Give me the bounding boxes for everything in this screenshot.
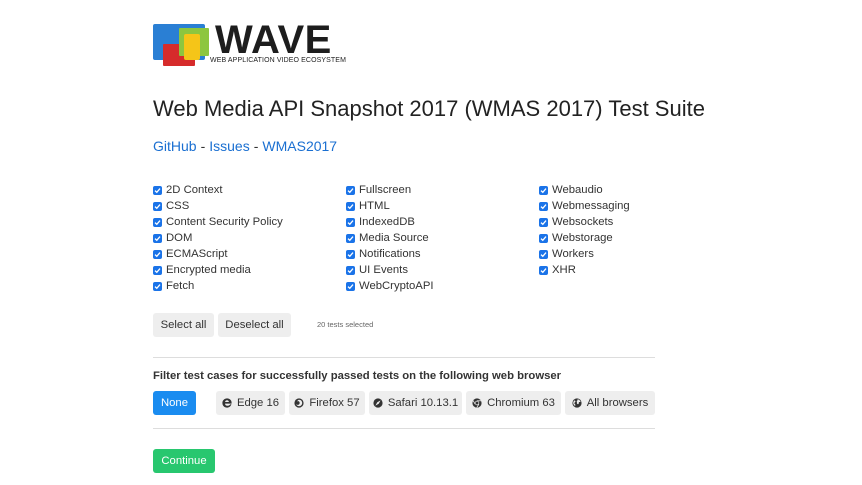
test-label: Websockets: [552, 216, 614, 228]
github-link[interactable]: GitHub: [153, 138, 197, 154]
globe-icon: [572, 398, 582, 408]
test-checkbox-item[interactable]: Media Source: [346, 230, 434, 246]
divider: [153, 428, 655, 429]
checkbox-checked-icon[interactable]: [346, 233, 355, 243]
checkbox-checked-icon[interactable]: [539, 249, 548, 259]
test-checkbox-item[interactable]: CSS: [153, 198, 283, 214]
test-column-3: Webaudio Webmessaging Websockets Webstor…: [539, 182, 630, 278]
test-checkbox-item[interactable]: Webaudio: [539, 182, 630, 198]
test-label: XHR: [552, 264, 576, 276]
test-label: Fullscreen: [359, 184, 412, 196]
wmas2017-link[interactable]: WMAS2017: [262, 138, 337, 154]
checkbox-checked-icon[interactable]: [153, 201, 162, 211]
test-checkbox-item[interactable]: XHR: [539, 262, 630, 278]
test-checkbox-item[interactable]: DOM: [153, 230, 283, 246]
test-checkbox-item[interactable]: Notifications: [346, 246, 434, 262]
test-label: CSS: [166, 200, 190, 212]
checkbox-checked-icon[interactable]: [346, 281, 355, 291]
link-bar: GitHub - Issues - WMAS2017: [153, 138, 337, 154]
test-checkbox-item[interactable]: Webmessaging: [539, 198, 630, 214]
checkbox-checked-icon[interactable]: [153, 249, 162, 259]
edge-icon: [222, 398, 232, 408]
test-checkbox-item[interactable]: IndexedDB: [346, 214, 434, 230]
browser-label: Edge 16: [236, 397, 280, 409]
test-checkbox-item[interactable]: UI Events: [346, 262, 434, 278]
test-label: UI Events: [359, 264, 408, 276]
link-separator: -: [200, 138, 206, 154]
filter-label: Filter test cases for successfully passe…: [153, 370, 562, 382]
filter-none-button[interactable]: None: [153, 391, 196, 415]
test-column-1: 2D Context CSS Content Security Policy D…: [153, 182, 283, 294]
test-checkbox-item[interactable]: WebCryptoAPI: [346, 278, 434, 294]
select-all-button[interactable]: Select all: [153, 313, 214, 337]
firefox-icon: [294, 398, 304, 408]
browser-label: All browsers: [586, 397, 649, 409]
checkbox-checked-icon[interactable]: [346, 249, 355, 259]
link-separator: -: [253, 138, 259, 154]
test-label: Media Source: [359, 232, 429, 244]
test-checkbox-item[interactable]: Content Security Policy: [153, 214, 283, 230]
browser-label: Chromium 63: [487, 397, 555, 409]
selected-count-text: 20 tests selected: [317, 320, 374, 329]
test-label: WebCryptoAPI: [359, 280, 434, 292]
continue-button[interactable]: Continue: [153, 449, 215, 473]
test-label: 2D Context: [166, 184, 223, 196]
test-label: HTML: [359, 200, 390, 212]
browser-label: None: [160, 397, 188, 409]
checkbox-checked-icon[interactable]: [346, 217, 355, 227]
test-label: Workers: [552, 248, 594, 260]
page-title: Web Media API Snapshot 2017 (WMAS 2017) …: [153, 96, 705, 121]
test-label: Notifications: [359, 248, 421, 260]
test-checkbox-item[interactable]: Websockets: [539, 214, 630, 230]
test-label: DOM: [166, 232, 193, 244]
checkbox-checked-icon[interactable]: [153, 233, 162, 243]
test-label: Content Security Policy: [166, 216, 283, 228]
test-checkbox-item[interactable]: Workers: [539, 246, 630, 262]
test-checkbox-item[interactable]: Webstorage: [539, 230, 630, 246]
checkbox-checked-icon[interactable]: [539, 265, 548, 275]
test-label: Webstorage: [552, 232, 613, 244]
checkbox-checked-icon[interactable]: [539, 185, 548, 195]
test-checkbox-item[interactable]: Fullscreen: [346, 182, 434, 198]
filter-chromium-button[interactable]: Chromium 63: [466, 391, 561, 415]
filter-edge-button[interactable]: Edge 16: [216, 391, 285, 415]
test-checkbox-item[interactable]: Fetch: [153, 278, 283, 294]
filter-firefox-button[interactable]: Firefox 57: [289, 391, 365, 415]
checkbox-checked-icon[interactable]: [153, 265, 162, 275]
wave-logo-icon: [153, 24, 209, 66]
test-checkbox-item[interactable]: HTML: [346, 198, 434, 214]
test-label: ECMAScript: [166, 248, 228, 260]
logo-subtitle: WEB APPLICATION VIDEO ECOSYSTEM: [210, 57, 346, 64]
test-label: Encrypted media: [166, 264, 251, 276]
browser-label: Safari 10.13.1: [387, 397, 459, 409]
safari-icon: [373, 398, 383, 408]
test-checkbox-item[interactable]: Encrypted media: [153, 262, 283, 278]
checkbox-checked-icon[interactable]: [539, 201, 548, 211]
checkbox-checked-icon[interactable]: [153, 185, 162, 195]
chromium-icon: [472, 398, 482, 408]
checkbox-checked-icon[interactable]: [346, 265, 355, 275]
issues-link[interactable]: Issues: [209, 138, 249, 154]
logo-title: WAVE: [215, 18, 332, 62]
browser-label: Firefox 57: [309, 397, 360, 409]
filter-all-browsers-button[interactable]: All browsers: [565, 391, 655, 415]
divider: [153, 357, 655, 358]
checkbox-checked-icon[interactable]: [346, 201, 355, 211]
checkbox-checked-icon[interactable]: [153, 281, 162, 291]
filter-safari-button[interactable]: Safari 10.13.1: [369, 391, 462, 415]
checkbox-checked-icon[interactable]: [346, 185, 355, 195]
test-label: Webmessaging: [552, 200, 630, 212]
test-label: IndexedDB: [359, 216, 415, 228]
test-column-2: Fullscreen HTML IndexedDB Media Source N…: [346, 182, 434, 294]
test-label: Webaudio: [552, 184, 603, 196]
checkbox-checked-icon[interactable]: [539, 217, 548, 227]
deselect-all-button[interactable]: Deselect all: [218, 313, 291, 337]
test-label: Fetch: [166, 280, 195, 292]
test-checkbox-item[interactable]: 2D Context: [153, 182, 283, 198]
checkbox-checked-icon[interactable]: [539, 233, 548, 243]
wave-logo: WAVE WEB APPLICATION VIDEO ECOSYSTEM: [153, 18, 353, 68]
test-checkbox-item[interactable]: ECMAScript: [153, 246, 283, 262]
checkbox-checked-icon[interactable]: [153, 217, 162, 227]
